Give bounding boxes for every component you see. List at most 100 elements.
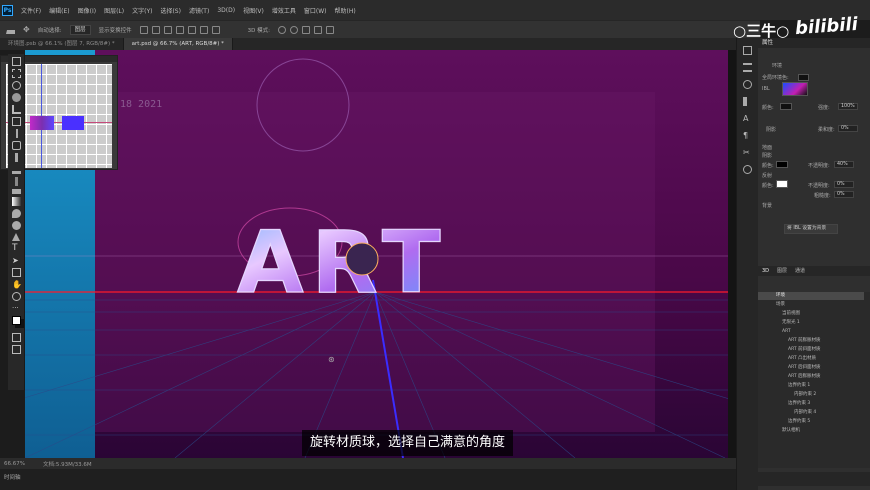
ground-shadow-swatch[interactable]: [776, 161, 788, 168]
layer-boundary-5[interactable]: 边界约束 5: [758, 418, 864, 426]
layer-inner-4[interactable]: 内部约束 4: [758, 409, 864, 417]
3d-icon[interactable]: [743, 165, 752, 174]
menu-select[interactable]: 选择(S): [160, 6, 181, 15]
reflection-swatch[interactable]: [776, 180, 788, 188]
roughness-field[interactable]: 0%: [834, 191, 854, 198]
lasso-icon[interactable]: [12, 81, 21, 90]
stamp-icon[interactable]: [12, 165, 21, 174]
tab-channels[interactable]: 通道: [795, 266, 805, 276]
scale-icon[interactable]: [325, 25, 334, 34]
layer-current-view[interactable]: 当前视图: [758, 310, 864, 318]
align-right-icon[interactable]: [163, 25, 172, 34]
tab-layers[interactable]: 图层: [777, 266, 787, 276]
dodge-icon[interactable]: [12, 221, 21, 230]
eyedropper-icon[interactable]: [16, 129, 18, 138]
align-center-icon[interactable]: [151, 25, 160, 34]
path-select-icon[interactable]: ➤: [12, 256, 21, 265]
menu-view[interactable]: 视图(V): [243, 6, 264, 15]
orbit-icon[interactable]: [277, 25, 286, 34]
layer-boundary-3[interactable]: 边界约束 3: [758, 400, 864, 408]
menu-edit[interactable]: 编辑(E): [49, 6, 69, 15]
gradient-icon[interactable]: [12, 197, 21, 206]
menu-filter[interactable]: 滤镜(T): [189, 6, 209, 15]
tab-3d[interactable]: 3D: [762, 266, 769, 276]
healing-icon[interactable]: [12, 141, 21, 150]
menu-3d[interactable]: 3D(D): [217, 7, 235, 14]
timeline-label[interactable]: 时间轴: [4, 473, 21, 481]
ibl-checkbox[interactable]: IBL: [762, 86, 770, 92]
align-left-icon[interactable]: [139, 25, 148, 34]
properties-icon[interactable]: [743, 46, 752, 55]
tab-env-psb[interactable]: 环境图.psb @ 66.1% (图层 7, RGB/8#) *: [0, 38, 124, 50]
roll-icon[interactable]: [289, 25, 298, 34]
shadow-label[interactable]: 阴影: [766, 126, 776, 133]
menu-layer[interactable]: 图层(L): [104, 6, 124, 15]
type-icon[interactable]: T: [12, 244, 21, 253]
tools-icon[interactable]: ✂: [743, 148, 752, 157]
doc-size[interactable]: 文档:5.93M/33.6M: [43, 460, 92, 468]
softness-field[interactable]: 0%: [838, 125, 858, 132]
quick-select-icon[interactable]: [12, 93, 21, 102]
actions-icon[interactable]: [743, 97, 752, 106]
paragraph-icon[interactable]: ¶: [743, 131, 752, 140]
auto-select-dropdown[interactable]: 图层: [69, 24, 91, 35]
more-tools-icon[interactable]: ···: [12, 304, 21, 313]
character-icon[interactable]: A: [743, 114, 752, 123]
menu-image[interactable]: 图像(I): [78, 6, 96, 15]
history-brush-icon[interactable]: [15, 177, 18, 186]
crop-icon[interactable]: [12, 105, 21, 114]
blur-icon[interactable]: [12, 209, 21, 218]
frame-icon[interactable]: [12, 117, 21, 126]
global-env-color-swatch[interactable]: [798, 74, 809, 81]
set-ibl-bg-button[interactable]: 将 IBL 设置为背景: [784, 224, 838, 234]
layer-art-front-inflate[interactable]: ART 前膨胀材质: [758, 337, 864, 345]
layer-scene[interactable]: 场景: [758, 301, 864, 309]
rectangle-icon[interactable]: [12, 268, 21, 277]
align-middle-icon[interactable]: [187, 25, 196, 34]
layer-art-back-inflate[interactable]: ART 后膨胀材质: [758, 373, 864, 381]
layer-art-front-bevel[interactable]: ART 前斜面材质: [758, 346, 864, 354]
marquee-icon[interactable]: [12, 69, 21, 78]
quick-mask-icon[interactable]: [12, 333, 21, 342]
screen-mode-icon[interactable]: [12, 345, 21, 354]
menu-window[interactable]: 窗口(W): [304, 6, 327, 15]
opacity-field[interactable]: 40%: [834, 161, 854, 168]
move-icon[interactable]: [12, 57, 21, 66]
env-tab[interactable]: 环境: [772, 62, 782, 69]
color-swatches-icon[interactable]: [12, 316, 21, 325]
home-icon[interactable]: [6, 25, 15, 34]
hand-icon[interactable]: ✋: [12, 280, 22, 289]
layer-boundary-1[interactable]: 边界约束 1: [758, 382, 864, 390]
material-ball[interactable]: [345, 242, 379, 276]
ref-opacity-field[interactable]: 0%: [834, 181, 854, 188]
art-3d-text[interactable]: ART: [236, 212, 449, 313]
zoom-icon[interactable]: [12, 292, 21, 301]
tab-art-psd[interactable]: art.psd @ 66.7% (ART, RGB/8#) *: [123, 38, 233, 50]
more-icon[interactable]: [211, 25, 220, 34]
layer-art[interactable]: ART: [758, 328, 864, 336]
layer-inner-2[interactable]: 内部约束 2: [758, 391, 864, 399]
canvas[interactable]: 18 2021 ART ⊛: [25, 50, 728, 458]
intensity-field[interactable]: 100%: [838, 103, 858, 110]
menu-plugins[interactable]: 增效工具: [272, 6, 296, 15]
align-bottom-icon[interactable]: [199, 25, 208, 34]
layer-env[interactable]: 环境: [758, 292, 864, 300]
ibl-preview[interactable]: [782, 82, 808, 96]
menu-file[interactable]: 文件(F): [21, 6, 41, 15]
layer-art-extrusion[interactable]: ART 凸出材质: [758, 355, 864, 363]
layer-default-camera[interactable]: 默认相机: [758, 427, 864, 435]
show-transform-label[interactable]: 显示变换控件: [99, 26, 132, 34]
history-icon[interactable]: [743, 80, 752, 89]
eraser-icon[interactable]: [12, 189, 21, 194]
ibl-color-swatch[interactable]: [780, 103, 792, 110]
zoom-level[interactable]: 66.67%: [4, 461, 25, 467]
move-tool-icon[interactable]: ✥: [23, 25, 30, 34]
menu-type[interactable]: 文字(Y): [132, 6, 152, 15]
menu-help[interactable]: 帮助(H): [335, 6, 356, 15]
align-top-icon[interactable]: [175, 25, 184, 34]
pan-icon[interactable]: [301, 25, 310, 34]
pen-icon[interactable]: [12, 233, 20, 241]
brush-icon[interactable]: [15, 153, 18, 162]
adjustments-icon[interactable]: [743, 63, 752, 72]
slide-icon[interactable]: [313, 25, 322, 34]
